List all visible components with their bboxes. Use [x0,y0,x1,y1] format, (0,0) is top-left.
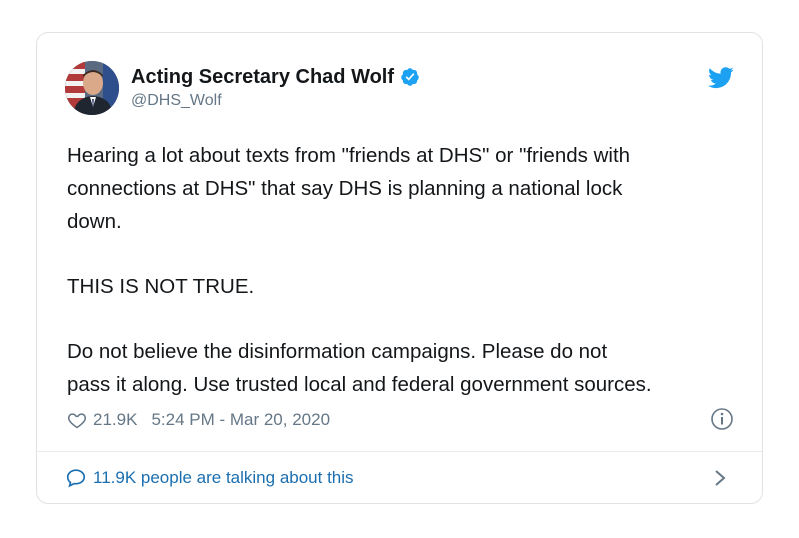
avatar[interactable] [65,61,119,115]
handle[interactable]: @DHS_Wolf [131,91,420,111]
heart-icon[interactable] [67,410,87,430]
info-icon[interactable] [710,407,734,431]
speech-bubble-icon [66,469,86,488]
divider [37,451,762,452]
talking-count-text[interactable]: 11.9K people are talking about this [93,468,354,488]
tweet-header: Acting Secretary Chad Wolf @DHS_Wolf [65,61,734,117]
verified-badge-icon [401,68,419,86]
tweet-paragraph-3: Do not believe the disinformation campai… [67,340,652,396]
display-name-text[interactable]: Acting Secretary Chad Wolf [131,65,394,89]
chevron-right-icon[interactable] [714,469,726,487]
tweet-paragraph-1: Hearing a lot about texts from "friends … [67,144,631,233]
tweet-card: Acting Secretary Chad Wolf @DHS_Wolf Hea… [36,32,763,504]
author-names: Acting Secretary Chad Wolf @DHS_Wolf [131,65,420,111]
tweet-paragraph-2: THIS IS NOT TRUE. [67,275,255,298]
tweet-text: Hearing a lot about texts from "friends … [67,139,737,401]
tweet-meta: 21.9K 5:24 PM - Mar 20, 2020 [67,407,734,433]
display-name[interactable]: Acting Secretary Chad Wolf [131,65,420,89]
twitter-bird-icon[interactable] [708,67,734,89]
timestamp[interactable]: 5:24 PM - Mar 20, 2020 [151,410,330,430]
conversation-link[interactable]: 11.9K people are talking about this [65,463,734,493]
like-count[interactable]: 21.9K [93,410,137,430]
